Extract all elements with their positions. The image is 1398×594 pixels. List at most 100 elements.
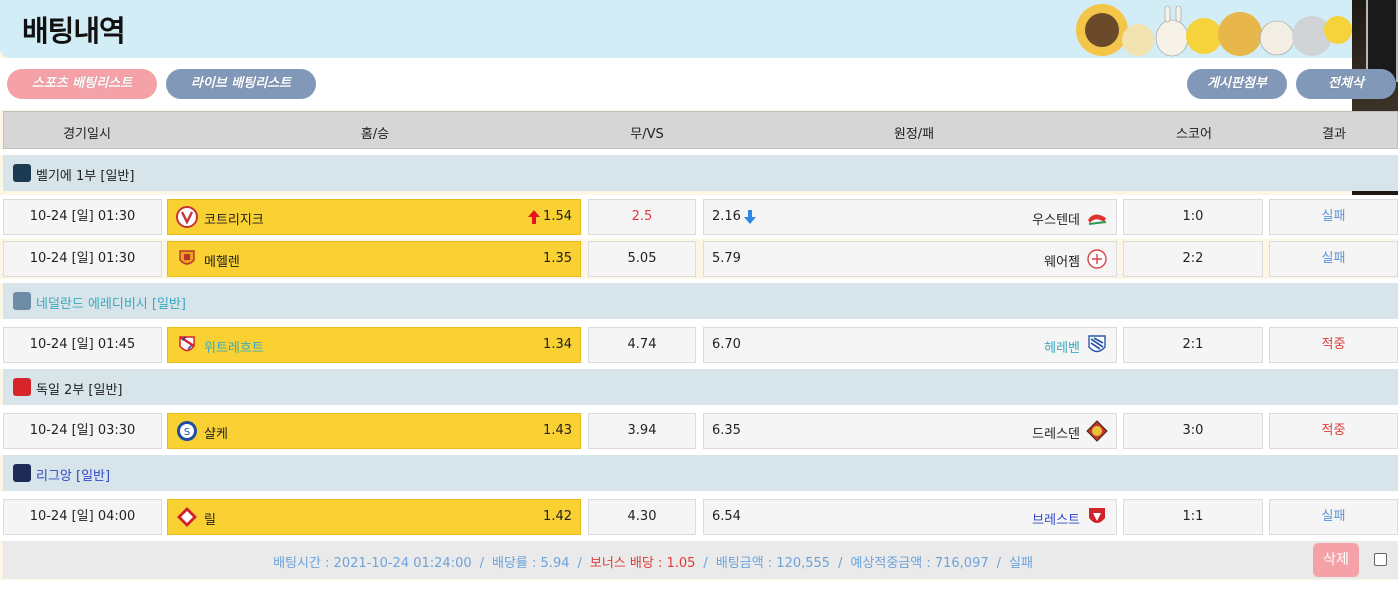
away-team-name: 우스텐데 bbox=[1032, 213, 1080, 228]
match-date: 10-24 [일] 01:30 bbox=[3, 199, 162, 235]
match-score: 2:2 bbox=[1123, 241, 1263, 277]
dresden-logo-icon bbox=[1086, 420, 1108, 442]
away-bet-cell[interactable]: 6.54 브레스트 bbox=[703, 499, 1117, 535]
tab-live-bet-list[interactable]: 라이브 배팅리스트 bbox=[166, 69, 316, 99]
eredivisie-league-icon bbox=[13, 292, 31, 310]
match-result: 실패 bbox=[1269, 199, 1398, 235]
match-score: 2:1 bbox=[1123, 327, 1263, 363]
schalke-logo-icon: S bbox=[177, 421, 197, 441]
home-bet-cell[interactable]: 위트레흐트 1.34 bbox=[167, 327, 581, 363]
brest-logo-icon bbox=[1089, 508, 1105, 523]
away-bet-cell[interactable]: 6.35 드레스덴 bbox=[703, 413, 1117, 449]
league-row: 독일 2부 [일반] bbox=[3, 369, 1398, 405]
home-bet-cell[interactable]: S 샬케 1.43 bbox=[167, 413, 581, 449]
expected-payout: 예상적중금액 : 716,097 bbox=[850, 556, 989, 571]
bet-status: 실패 bbox=[1009, 556, 1033, 571]
home-team-name: 샬케 bbox=[204, 427, 228, 442]
away-team-name: 웨어젬 bbox=[1044, 255, 1080, 270]
select-checkbox[interactable] bbox=[1374, 553, 1387, 566]
bet-summary: 배팅시간 : 2021-10-24 01:24:00/배당률 : 5.94/보너… bbox=[273, 556, 1033, 571]
home-team-name: 위트레흐트 bbox=[204, 341, 264, 356]
home-bet-cell[interactable]: 코트리지크 1.54 bbox=[167, 199, 581, 235]
kortrijk-logo-icon bbox=[176, 206, 198, 228]
col-draw: 무/VS bbox=[630, 127, 664, 142]
table-row: 10-24 [일] 04:00 릴 1.42 4.30 6.54 브레스트 1:… bbox=[0, 499, 1398, 537]
away-odd: 2.16 bbox=[712, 209, 741, 224]
home-bet-cell[interactable]: 메헬렌 1.35 bbox=[167, 241, 581, 277]
league-name: 네덜란드 에레디비시 [일반] bbox=[36, 297, 186, 312]
home-odd: 1.54 bbox=[543, 209, 572, 224]
tab-bar: 스포츠 배팅리스트 라이브 배팅리스트 게시판첨부 전체삭 bbox=[0, 58, 1396, 110]
down-arrow-icon bbox=[744, 210, 756, 224]
away-team-name: 헤레벤 bbox=[1044, 341, 1080, 356]
heerenveen-logo-icon bbox=[1088, 335, 1106, 353]
table-row: 10-24 [일] 01:45 위트레흐트 1.34 4.74 6.70 헤레벤… bbox=[0, 327, 1398, 365]
delete-all-button[interactable]: 전체삭 bbox=[1296, 69, 1396, 99]
match-date: 10-24 [일] 01:30 bbox=[3, 241, 162, 277]
table-row: 10-24 [일] 01:30 코트리지크 1.54 2.5 2.16 우스텐데… bbox=[0, 199, 1398, 237]
svg-text:S: S bbox=[184, 427, 190, 438]
draw-odd[interactable]: 3.94 bbox=[588, 413, 696, 449]
tab-sports-bet-list[interactable]: 스포츠 배팅리스트 bbox=[7, 69, 157, 99]
league-row: 네덜란드 에레디비시 [일반] bbox=[3, 283, 1398, 319]
away-team-name: 드레스덴 bbox=[1032, 427, 1080, 442]
match-score: 1:1 bbox=[1123, 499, 1263, 535]
league-name: 독일 2부 [일반] bbox=[36, 383, 123, 398]
home-odd: 1.43 bbox=[543, 423, 572, 438]
belgium-league-icon bbox=[13, 164, 31, 182]
match-score: 1:0 bbox=[1123, 199, 1263, 235]
away-odd: 5.79 bbox=[712, 251, 741, 266]
character-mascots-illustration bbox=[1076, 4, 1352, 57]
lille-logo-icon bbox=[177, 507, 197, 527]
league-row: 벨기에 1부 [일반] bbox=[3, 155, 1398, 191]
home-odd: 1.35 bbox=[543, 251, 572, 266]
col-away: 원정/패 bbox=[893, 127, 935, 142]
col-date: 경기일시 bbox=[63, 127, 111, 142]
bet-summary-bar: 배팅시간 : 2021-10-24 01:24:00/배당률 : 5.94/보너… bbox=[3, 541, 1398, 579]
draw-odd[interactable]: 4.74 bbox=[588, 327, 696, 363]
page-header: 배팅내역 bbox=[0, 0, 1398, 58]
home-odd: 1.34 bbox=[543, 337, 572, 352]
col-score: 스코어 bbox=[1176, 127, 1212, 142]
delete-button[interactable]: 삭제 bbox=[1313, 543, 1359, 577]
draw-odd[interactable]: 2.5 bbox=[588, 199, 696, 235]
match-result: 실패 bbox=[1269, 499, 1398, 535]
zulte-waregem-logo-icon bbox=[1087, 249, 1107, 269]
bet-time: 배팅시간 : 2021-10-24 01:24:00 bbox=[273, 556, 472, 571]
home-bet-cell[interactable]: 릴 1.42 bbox=[167, 499, 581, 535]
home-team-name: 메헬렌 bbox=[204, 255, 240, 270]
away-bet-cell[interactable]: 5.79 웨어젬 bbox=[703, 241, 1117, 277]
col-home: 홈/승 bbox=[360, 127, 390, 142]
bundesliga2-league-icon bbox=[13, 378, 31, 396]
home-team-name: 릴 bbox=[204, 513, 216, 528]
away-bet-cell[interactable]: 2.16 우스텐데 bbox=[703, 199, 1117, 235]
bet-amount: 배팅금액 : 120,555 bbox=[715, 556, 831, 571]
away-odd: 6.35 bbox=[712, 423, 741, 438]
mechelen-logo-icon bbox=[179, 250, 195, 265]
away-team-name: 브레스트 bbox=[1032, 513, 1080, 528]
up-arrow-icon bbox=[528, 210, 540, 224]
bet-rate: 배당률 : 5.94 bbox=[492, 556, 570, 571]
col-result: 결과 bbox=[1322, 127, 1346, 142]
home-odd: 1.42 bbox=[543, 509, 572, 524]
draw-odd[interactable]: 5.05 bbox=[588, 241, 696, 277]
page-title: 배팅내역 bbox=[22, 14, 126, 48]
match-result: 실패 bbox=[1269, 241, 1398, 277]
league-name: 벨기에 1부 [일반] bbox=[36, 169, 135, 184]
table-header: 경기일시 홈/승 무/VS 원정/패 스코어 결과 bbox=[3, 111, 1398, 149]
away-bet-cell[interactable]: 6.70 헤레벤 bbox=[703, 327, 1117, 363]
attach-to-board-button[interactable]: 게시판첨부 bbox=[1187, 69, 1287, 99]
draw-odd[interactable]: 4.30 bbox=[588, 499, 696, 535]
match-date: 10-24 [일] 03:30 bbox=[3, 413, 162, 449]
match-date: 10-24 [일] 01:45 bbox=[3, 327, 162, 363]
league-name: 리그앙 [일반] bbox=[36, 469, 111, 484]
table-row: 10-24 [일] 03:30 S 샬케 1.43 3.94 6.35 드레스덴… bbox=[0, 413, 1398, 451]
utrecht-logo-icon bbox=[179, 335, 195, 352]
match-score: 3:0 bbox=[1123, 413, 1263, 449]
oostende-logo-icon bbox=[1088, 214, 1107, 225]
ligue1-league-icon bbox=[13, 464, 31, 482]
away-odd: 6.70 bbox=[712, 337, 741, 352]
league-row: 리그앙 [일반] bbox=[3, 455, 1398, 491]
table-row: 10-24 [일] 01:30 메헬렌 1.35 5.05 5.79 웨어젬 2… bbox=[0, 241, 1398, 279]
match-result: 적중 bbox=[1269, 327, 1398, 363]
